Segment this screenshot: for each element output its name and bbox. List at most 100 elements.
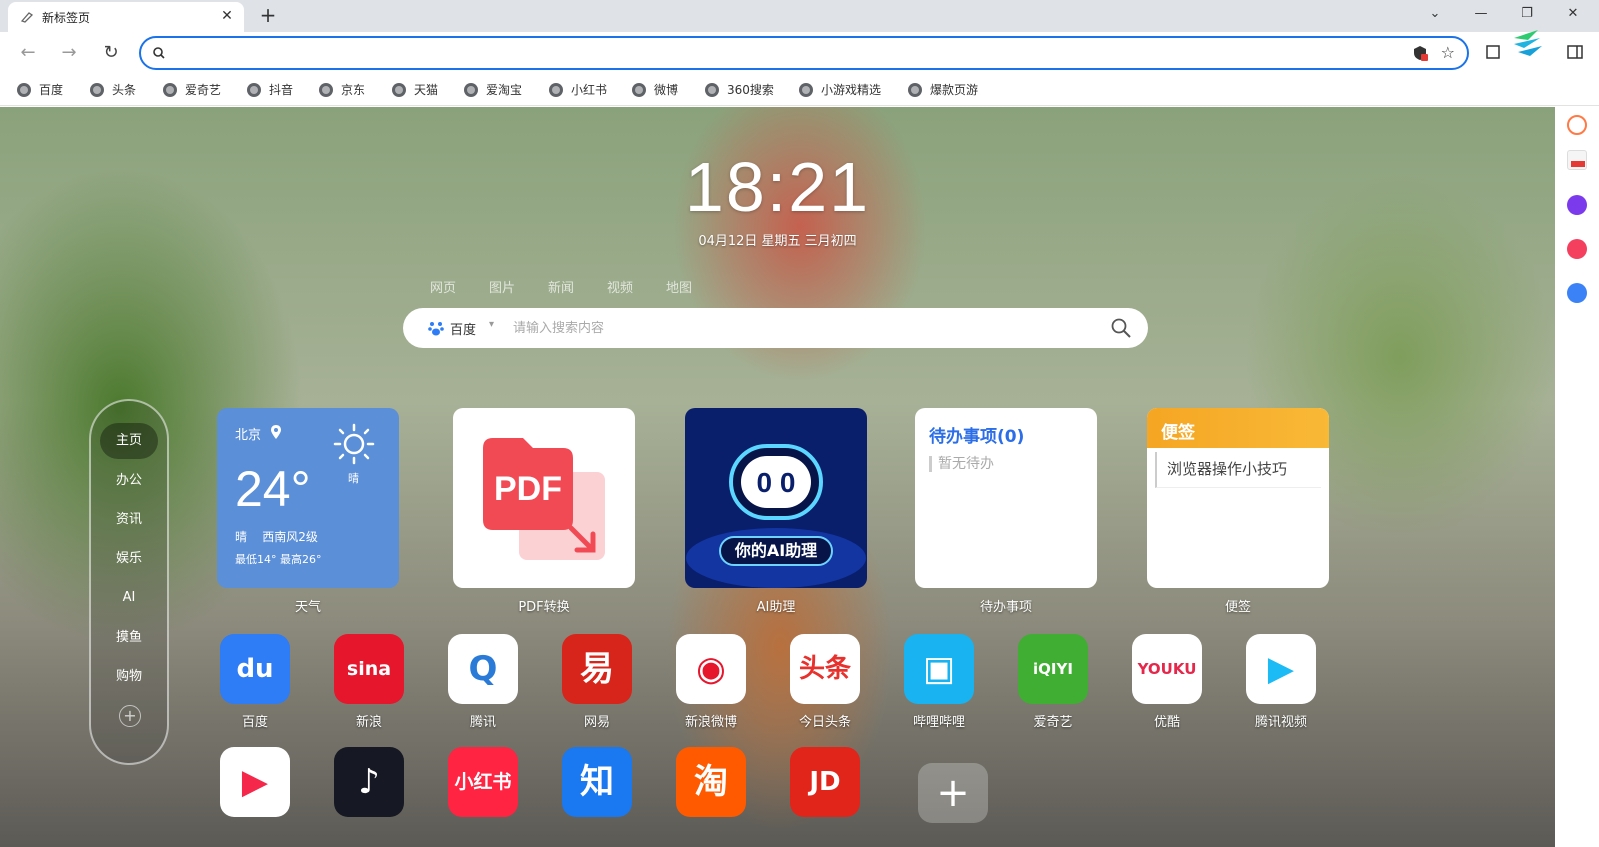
new-tab-icon xyxy=(20,12,34,23)
chevron-down-icon[interactable]: ▾ xyxy=(489,319,494,330)
app-glyph: ▶ xyxy=(241,762,269,802)
address-input[interactable] xyxy=(173,42,1373,64)
weather-condition: 晴 西南风2级 xyxy=(235,530,318,544)
close-tab-icon[interactable]: ✕ xyxy=(218,7,236,25)
forward-button[interactable]: → xyxy=(56,40,82,66)
bookmark-item[interactable]: 头条 xyxy=(90,80,136,100)
bookmark-label: 小红书 xyxy=(571,83,608,97)
row1-app-icon[interactable]: sina xyxy=(334,634,404,704)
pdf-convert-label: PDF转换 xyxy=(518,600,570,615)
weather-temperature: 24° xyxy=(235,461,311,517)
video-icon[interactable] xyxy=(1567,239,1587,259)
bookmark-item[interactable]: 京东 xyxy=(319,80,365,100)
row1-app-icon[interactable]: ◉ xyxy=(676,634,746,704)
add-shortcut-button[interactable]: + xyxy=(918,763,988,823)
nav-item-leisure[interactable]: 摸鱼 xyxy=(91,627,167,649)
row1-app-icon[interactable]: iQIYI xyxy=(1018,634,1088,704)
bookmark-item[interactable]: 小红书 xyxy=(549,80,607,100)
app-label: 爱奇艺 xyxy=(1033,715,1073,730)
back-button[interactable]: ← xyxy=(15,40,41,66)
bookmark-item[interactable]: 天猫 xyxy=(392,80,438,100)
weather-condition-short: 晴 xyxy=(348,472,359,485)
bookmark-item[interactable]: 360搜索 xyxy=(705,80,774,100)
globe-icon xyxy=(799,83,813,97)
app-label: 网易 xyxy=(583,715,610,730)
app-label: 新浪 xyxy=(355,715,382,730)
row1-app-icon[interactable]: Q xyxy=(448,634,518,704)
tab-search-icon[interactable]: ⌄ xyxy=(1412,0,1458,28)
restore-button[interactable]: ❐ xyxy=(1504,0,1550,28)
note-widget[interactable]: 便签 浏览器操作小技巧 xyxy=(1147,408,1329,588)
search-submit-icon[interactable] xyxy=(1110,317,1132,339)
minimize-button[interactable]: — xyxy=(1458,0,1504,28)
search-engine-select[interactable]: 百度 xyxy=(450,319,476,338)
ai-assistant-widget[interactable]: 0 0 你的AI助理 xyxy=(685,408,867,588)
app-label: 百度 xyxy=(241,715,268,730)
row1-app-icon[interactable]: YOUKU xyxy=(1132,634,1202,704)
row1-app-icon[interactable]: ▣ xyxy=(904,634,974,704)
row2-app-icon[interactable]: 小红书 xyxy=(448,747,518,817)
browser-window: { "tab": {"title": "新标签页", "close": "✕",… xyxy=(0,0,1599,847)
bookmark-item[interactable]: 爱淘宝 xyxy=(464,80,522,100)
address-bar[interactable]: ☆ xyxy=(139,36,1469,70)
search-tab-news[interactable]: 新闻 xyxy=(548,277,574,296)
window-icon[interactable] xyxy=(1484,43,1502,61)
bookmark-item[interactable]: 百度 xyxy=(17,80,63,100)
bookmark-item[interactable]: 抖音 xyxy=(247,80,293,100)
row1-app-icon[interactable]: 头条 xyxy=(790,634,860,704)
security-extension-icon[interactable] xyxy=(1411,44,1429,62)
new-tab-button[interactable]: + xyxy=(256,4,280,28)
row1-app-icon[interactable]: ▶ xyxy=(1246,634,1316,704)
pdf-tool-icon[interactable] xyxy=(1567,150,1587,170)
app-glyph: ◉ xyxy=(696,649,726,689)
nav-item-entertainment[interactable]: 娱乐 xyxy=(91,548,167,570)
globe-icon xyxy=(17,83,31,97)
note-item[interactable]: 浏览器操作小技巧 xyxy=(1155,452,1321,488)
nav-item-shopping[interactable]: 购物 xyxy=(91,666,167,688)
ai-chat-icon[interactable] xyxy=(1567,115,1587,135)
voice-icon[interactable] xyxy=(1567,195,1587,215)
pdf-convert-widget[interactable]: PDF xyxy=(453,408,635,588)
todo-label: 待办事项 xyxy=(979,600,1032,615)
app-glyph: ▶ xyxy=(1267,649,1295,689)
baidu-paw-icon[interactable] xyxy=(427,319,445,337)
bookmark-item[interactable]: 爱奇艺 xyxy=(163,80,221,100)
row2-app-icon[interactable]: JD xyxy=(790,747,860,817)
search-tab-map[interactable]: 地图 xyxy=(666,277,692,296)
todo-widget[interactable]: 待办事项(0) 暂无待办 xyxy=(915,408,1097,588)
row2-app-icon[interactable]: ♪ xyxy=(334,747,404,817)
search-tab-video[interactable]: 视频 xyxy=(607,277,633,296)
globe-icon xyxy=(163,83,177,97)
translate-icon[interactable] xyxy=(1567,283,1587,303)
bookmark-label: 爱奇艺 xyxy=(185,83,222,97)
bookmark-item[interactable]: 小游戏精选 xyxy=(799,80,881,100)
row1-app-icon[interactable]: 易 xyxy=(562,634,632,704)
row2-app-icon[interactable]: ▶ xyxy=(220,747,290,817)
row2-app-icon[interactable]: 淘 xyxy=(676,747,746,817)
row1-app-icon[interactable]: du xyxy=(220,634,290,704)
nav-item-news[interactable]: 资讯 xyxy=(91,509,167,531)
weather-widget[interactable]: 北京 24° 晴 晴 西南风2级 最低14° 最高26° xyxy=(217,408,399,588)
search-input[interactable] xyxy=(513,318,1093,338)
search-tab-images[interactable]: 图片 xyxy=(489,277,515,296)
nav-item-ai[interactable]: AI xyxy=(91,587,167,609)
add-category-button[interactable]: + xyxy=(119,705,141,727)
nav-item-office[interactable]: 办公 xyxy=(91,470,167,492)
search-tab-web[interactable]: 网页 xyxy=(430,277,456,296)
nav-item-home[interactable]: 主页 xyxy=(100,423,158,459)
bookmark-item[interactable]: 爆款页游 xyxy=(908,80,978,100)
todo-title: 待办事项(0) xyxy=(929,427,1025,447)
bookmark-item[interactable]: 微博 xyxy=(632,80,678,100)
reload-button[interactable]: ↻ xyxy=(98,40,124,66)
row2-app-icon[interactable]: 知 xyxy=(562,747,632,817)
ai-assistant-badge: 你的AI助理 xyxy=(719,536,833,566)
tab-new-tab[interactable]: 新标签页 ✕ xyxy=(8,2,244,32)
location-pin-icon xyxy=(271,425,281,439)
side-panel-icon[interactable] xyxy=(1566,43,1584,61)
bookmark-star-icon[interactable]: ☆ xyxy=(1441,43,1455,62)
globe-icon xyxy=(705,83,719,97)
bookmark-label: 抖音 xyxy=(269,83,294,97)
app-label: 优酷 xyxy=(1153,715,1180,730)
extension-logo-icon[interactable] xyxy=(1508,26,1546,62)
close-window-button[interactable]: ✕ xyxy=(1550,0,1596,28)
